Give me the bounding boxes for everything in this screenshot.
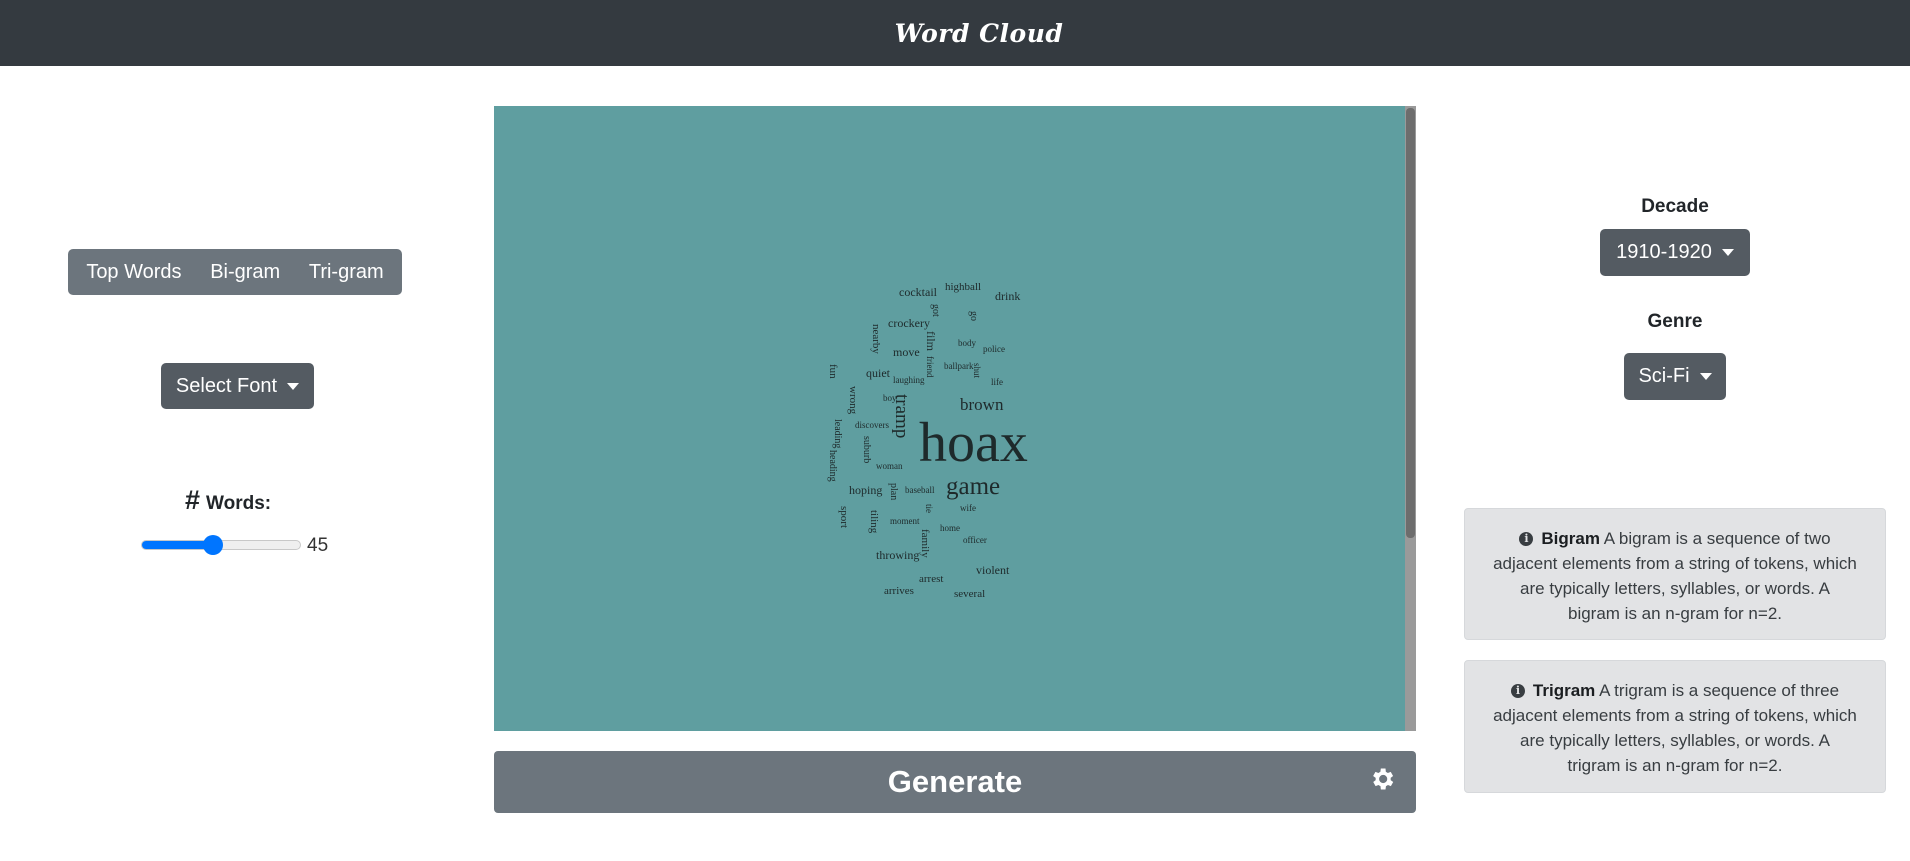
cloud-word: violent <box>976 563 1010 577</box>
navbar: Word Cloud <box>0 0 1910 66</box>
info-icon: i <box>1510 684 1525 698</box>
cloud-word: police <box>983 344 1005 354</box>
cloud-word: wife <box>960 503 976 513</box>
cloud-word: ballpark <box>944 361 974 371</box>
caret-down-icon <box>1721 249 1734 256</box>
cloud-word: quiet <box>866 366 890 380</box>
word-count-value: 45 <box>307 535 329 556</box>
caret-down-icon <box>1699 373 1712 380</box>
cloud-word: arrives <box>884 585 914 597</box>
cloud-word: laughing <box>893 375 925 385</box>
gear-icon[interactable] <box>1368 765 1396 793</box>
ngram-button-group: Top Words Bi-gram Tri-gram <box>68 249 402 295</box>
cloud-word: family <box>919 529 931 558</box>
canvas-scrollbar[interactable] <box>1405 106 1416 731</box>
decade-dropdown[interactable]: 1910-1920 <box>1600 229 1750 276</box>
word-cloud: cocktail highball drink got go crockery … <box>494 106 1404 731</box>
tab-top-words[interactable]: Top Words <box>76 261 191 284</box>
tab-bi-gram[interactable]: Bi-gram <box>200 261 290 284</box>
select-font-label: Select Font <box>175 374 278 397</box>
slider-thumb[interactable] <box>203 535 224 555</box>
cloud-word: nearby <box>870 324 882 354</box>
generate-label: Generate <box>887 764 1023 799</box>
cloud-word: arrest <box>919 573 944 585</box>
cloud-word: woman <box>876 461 903 471</box>
genre-selected: Sci-Fi <box>1638 365 1690 387</box>
generate-button[interactable]: Generate <box>494 751 1416 813</box>
cloud-word: suburb <box>861 436 872 464</box>
cloud-word: game <box>946 473 1001 500</box>
word-count-label: # Words: <box>185 485 271 516</box>
bigram-term: Bigram <box>1541 529 1600 548</box>
words-label-text: Words: <box>206 493 272 514</box>
cloud-word: discovers <box>855 420 889 430</box>
cloud-word: friend <box>925 356 935 378</box>
tab-tri-gram[interactable]: Tri-gram <box>299 261 394 284</box>
cloud-word: hoping <box>849 483 883 497</box>
cloud-word: tiling <box>868 510 880 534</box>
cloud-word: move <box>893 345 920 359</box>
bigram-info-card: i Bigram A bigram is a sequence of two ad… <box>1464 508 1886 640</box>
cloud-word: body <box>958 338 976 348</box>
cloud-word: highball <box>945 281 982 293</box>
cloud-word: drink <box>995 289 1021 303</box>
cloud-word: go <box>968 311 979 321</box>
cloud-word: sport <box>838 506 850 528</box>
cloud-word: moment <box>890 516 920 526</box>
trigram-info-card: i Trigram A trigram is a sequence of thre… <box>1464 660 1886 793</box>
cloud-word: wrong <box>847 386 859 415</box>
caret-down-icon <box>287 382 300 390</box>
cloud-word: shut <box>972 363 982 379</box>
cloud-word: tie <box>924 504 934 513</box>
scrollbar-thumb[interactable] <box>1406 108 1415 538</box>
select-font-dropdown[interactable]: Select Font <box>161 363 314 409</box>
cloud-word: plan <box>888 483 899 501</box>
cloud-word: film <box>924 331 938 351</box>
cloud-word: cocktail <box>899 285 937 299</box>
cloud-word: crockery <box>888 316 930 330</box>
genre-dropdown[interactable]: Sci-Fi <box>1624 353 1726 400</box>
info-icon: i <box>1519 532 1534 546</box>
app-title: Word Cloud <box>894 18 1064 48</box>
decade-label: Decade <box>1641 196 1709 217</box>
cloud-word: heading <box>827 450 838 482</box>
cloud-word: throwing <box>876 548 920 562</box>
cloud-word: tramp <box>891 394 912 439</box>
cloud-word: hoax <box>919 412 1028 474</box>
decade-selected: 1910-1920 <box>1616 241 1712 263</box>
word-count-slider[interactable] <box>141 535 301 555</box>
trigram-term: Trigram <box>1532 681 1596 700</box>
genre-label: Genre <box>1647 311 1703 332</box>
hash-symbol: # <box>185 485 201 515</box>
cloud-word: officer <box>963 535 987 545</box>
word-cloud-canvas: cocktail highball drink got go crockery … <box>494 106 1416 731</box>
cloud-word: several <box>954 588 986 600</box>
cloud-word: life <box>991 377 1003 387</box>
cloud-word: leading <box>832 419 843 449</box>
cloud-word: home <box>940 523 960 533</box>
cloud-word: baseball <box>905 485 935 495</box>
cloud-word: fun <box>827 364 839 379</box>
cloud-word: got <box>930 304 941 317</box>
cloud-word: brown <box>960 395 1004 414</box>
